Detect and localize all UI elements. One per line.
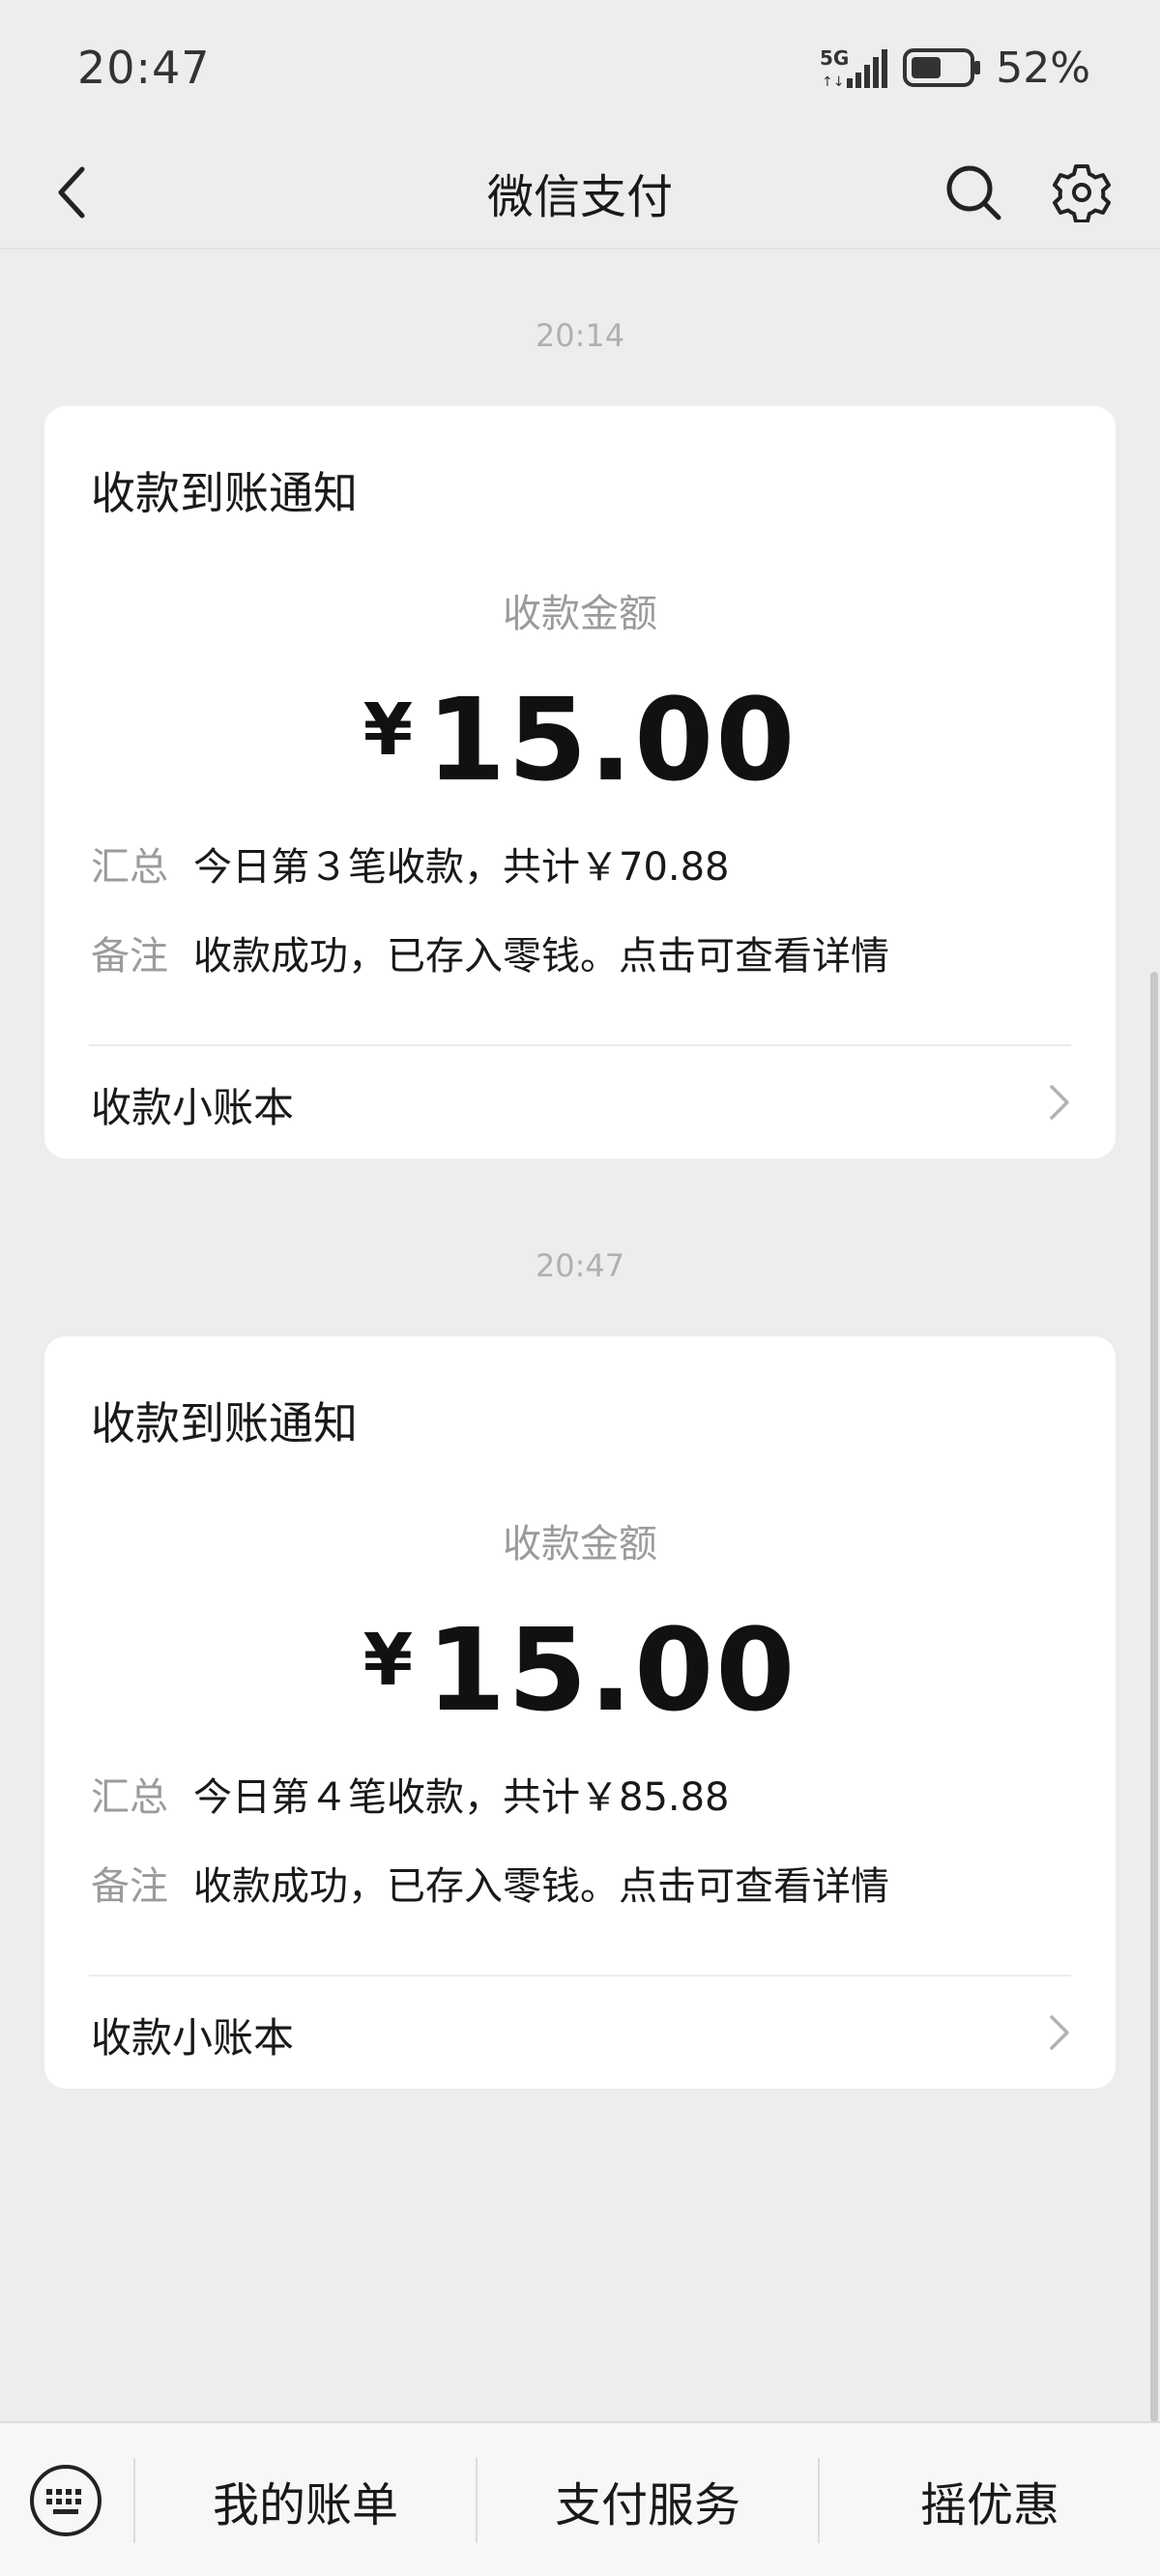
keyboard-toggle-button[interactable]: [25, 2460, 106, 2541]
message-timestamp: 20:47: [535, 1247, 625, 1284]
menu-item-pay-services[interactable]: 支付服务: [478, 2423, 818, 2576]
search-icon: [946, 165, 1001, 220]
summary-value: 今日第３笔收款，共计￥70.88: [193, 845, 730, 890]
scrollbar[interactable]: [1150, 972, 1158, 2422]
wechat-pay-chat-page: 20:47 5G ↑↓ 52% 微信支付 20:14 收款到账通知 收款金额 ¥…: [0, 0, 1160, 2576]
amount-display: ¥15.00: [44, 1603, 1116, 1737]
svg-text:5G: 5G: [820, 46, 849, 70]
remark-value: 收款成功，已存入零钱。点击可查看详情: [193, 934, 889, 979]
summary-row: 汇总 今日第４笔收款，共计￥85.88: [91, 1766, 730, 1822]
svg-text:↑↓: ↑↓: [822, 74, 844, 90]
amount-display: ¥15.00: [44, 673, 1116, 806]
payment-notification-card[interactable]: 收款到账通知 收款金额 ¥15.00 汇总 今日第３笔收款，共计￥70.88 备…: [44, 406, 1116, 1158]
summary-row: 汇总 今日第３笔收款，共计￥70.88: [91, 835, 730, 892]
chevron-left-icon: [58, 166, 85, 219]
amount-value: 15.00: [426, 1603, 798, 1737]
back-button[interactable]: [39, 159, 106, 226]
chevron-right-icon: [1040, 1083, 1079, 1122]
battery-icon: [903, 46, 982, 89]
message-timestamp: 20:14: [535, 317, 625, 354]
nav-bar: 微信支付: [0, 135, 1160, 249]
card-title: 收款到账通知: [91, 467, 358, 519]
summary-key: 汇总: [91, 1775, 168, 1820]
status-bar: 20:47 5G ↑↓ 52%: [0, 0, 1160, 135]
ledger-link[interactable]: 收款小账本: [44, 1976, 1116, 2089]
ledger-label: 收款小账本: [91, 1084, 295, 1131]
gear-icon: [1053, 164, 1111, 222]
ledger-link[interactable]: 收款小账本: [44, 1046, 1116, 1158]
status-time: 20:47: [77, 42, 211, 94]
card-title: 收款到账通知: [91, 1397, 358, 1449]
chevron-right-icon: [1040, 2013, 1079, 2052]
payment-notification-card[interactable]: 收款到账通知 收款金额 ¥15.00 汇总 今日第４笔收款，共计￥85.88 备…: [44, 1336, 1116, 2089]
currency-symbol: ¥: [362, 688, 414, 772]
menu-item-my-bills[interactable]: 我的账单: [135, 2423, 476, 2576]
amount-value: 15.00: [426, 673, 798, 806]
summary-key: 汇总: [91, 845, 168, 890]
search-button[interactable]: [936, 155, 1011, 230]
currency-symbol: ¥: [362, 1619, 414, 1702]
menu-item-shake-deals[interactable]: 摇优惠: [820, 2423, 1160, 2576]
remark-row: 备注 收款成功，已存入零钱。点击可查看详情: [91, 924, 889, 981]
amount-label: 收款金额: [503, 1522, 657, 1566]
status-indicators: 5G ↑↓ 52%: [820, 44, 1090, 93]
remark-key: 备注: [91, 934, 168, 979]
signal-5g-icon: 5G ↑↓: [820, 45, 889, 90]
remark-row: 备注 收款成功，已存入零钱。点击可查看详情: [91, 1855, 889, 1911]
summary-value: 今日第４笔收款，共计￥85.88: [193, 1775, 730, 1820]
battery-percent: 52%: [996, 43, 1090, 93]
remark-key: 备注: [91, 1864, 168, 1909]
amount-label: 收款金额: [503, 592, 657, 636]
remark-value: 收款成功，已存入零钱。点击可查看详情: [193, 1864, 889, 1909]
bottom-menu-bar: 我的账单 支付服务 摇优惠: [0, 2421, 1160, 2576]
keyboard-icon: [30, 2465, 102, 2536]
ledger-label: 收款小账本: [91, 2014, 295, 2062]
settings-button[interactable]: [1044, 155, 1119, 230]
